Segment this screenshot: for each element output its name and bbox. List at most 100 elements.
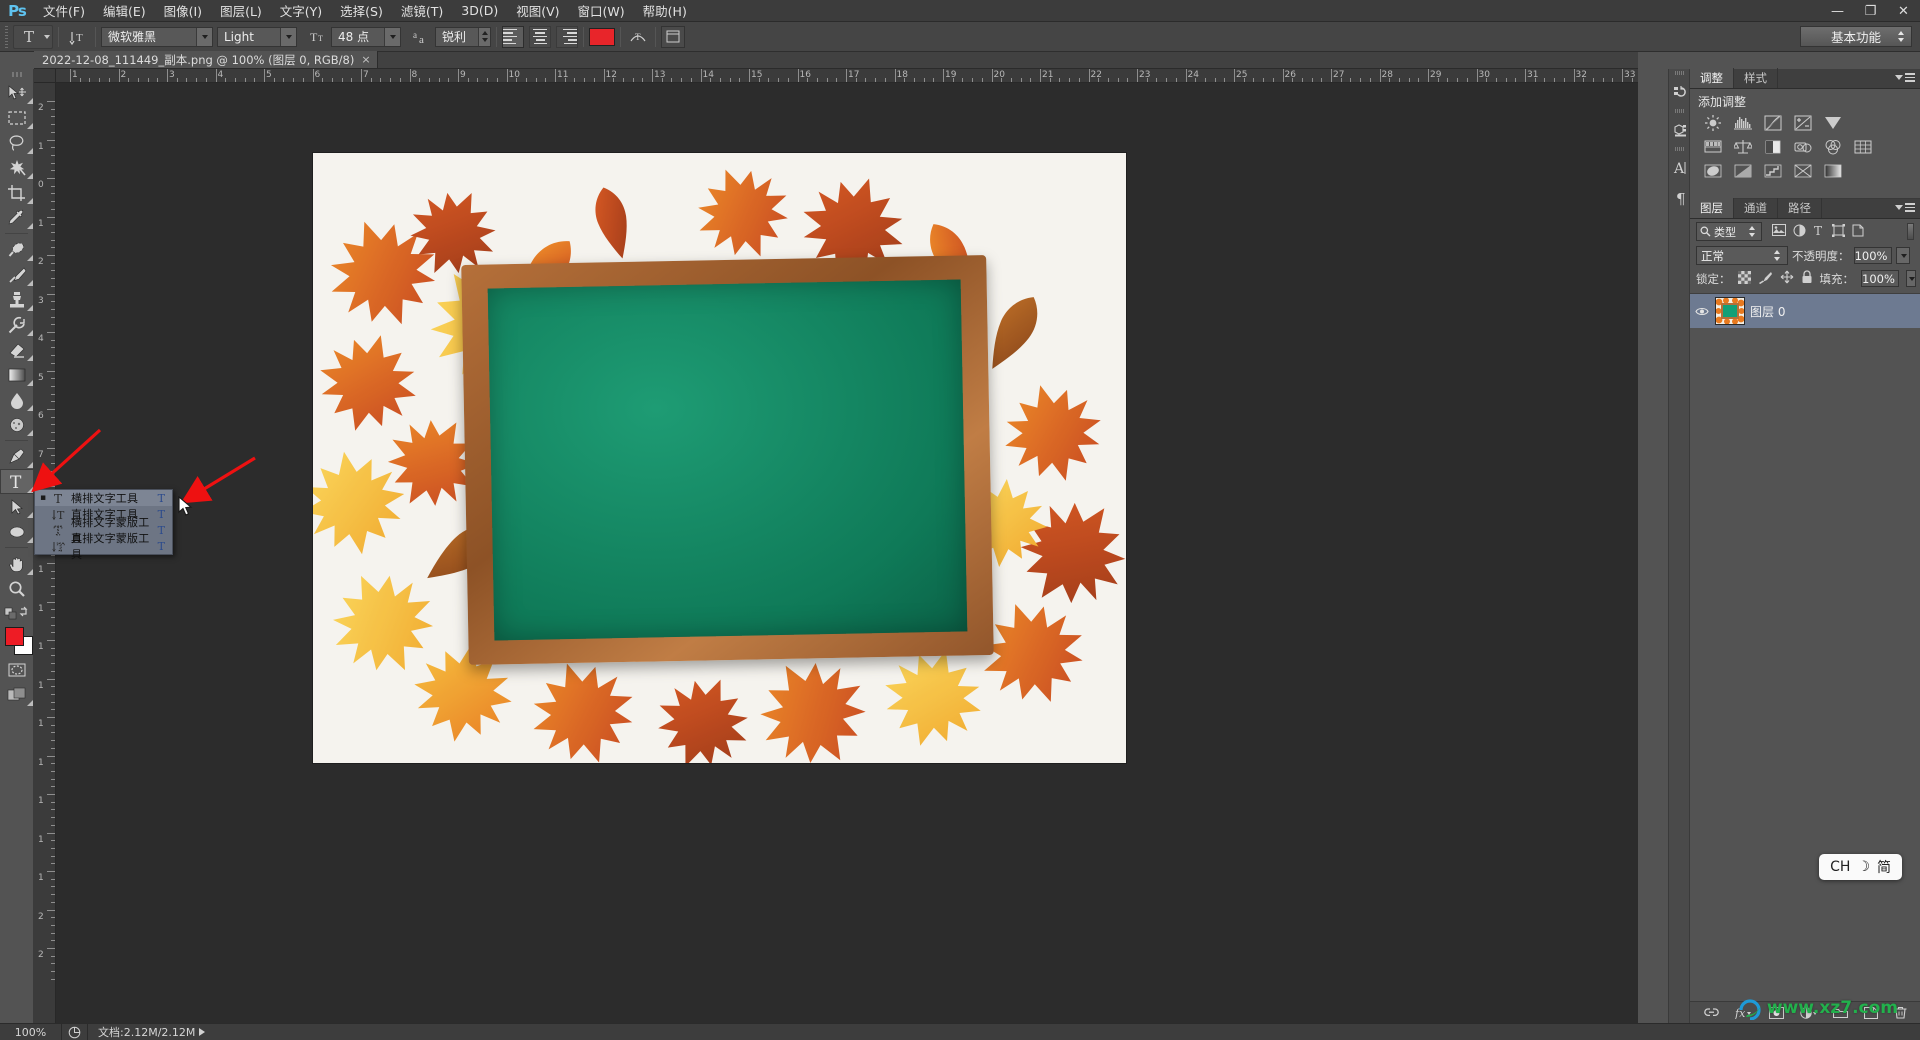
lock-all-icon[interactable] xyxy=(1801,270,1813,287)
crop-tool[interactable] xyxy=(0,180,34,205)
dock-grip[interactable] xyxy=(1669,69,1689,77)
tool-flyout-indicator[interactable] xyxy=(27,148,33,154)
spinner-icon[interactable] xyxy=(1771,247,1783,265)
align-right-button[interactable] xyxy=(556,25,578,48)
rectangular-marquee-tool[interactable] xyxy=(0,105,34,130)
selective-color-icon[interactable] xyxy=(1792,162,1814,180)
photo-filter-icon[interactable] xyxy=(1792,138,1814,156)
brightness-contrast-icon[interactable] xyxy=(1702,114,1724,132)
menu-help[interactable]: 帮助(H) xyxy=(634,0,696,22)
tool-flyout-indicator[interactable] xyxy=(27,462,33,468)
font-style-select[interactable]: Light xyxy=(217,26,297,47)
hand-tool[interactable] xyxy=(0,551,34,576)
spinner-icon[interactable] xyxy=(478,27,490,46)
character-panel-icon[interactable]: A xyxy=(1669,153,1691,183)
restore-button[interactable]: ❐ xyxy=(1854,0,1887,22)
font-family-select[interactable]: 微软雅黑 xyxy=(101,26,213,47)
dock-grip[interactable] xyxy=(1669,145,1689,153)
vibrance-icon[interactable] xyxy=(1822,114,1844,132)
document-tab[interactable]: 2022-12-08_111449_副本.png @ 100% (图层 0, R… xyxy=(34,51,378,68)
tool-flyout-indicator[interactable] xyxy=(27,512,33,518)
menu-file[interactable]: 文件(F) xyxy=(34,0,94,22)
clone-stamp-tool[interactable] xyxy=(0,287,34,312)
foreground-color-swatch[interactable] xyxy=(5,627,24,646)
black-white-icon[interactable] xyxy=(1762,138,1784,156)
menu-type[interactable]: 文字(Y) xyxy=(271,0,331,22)
opacity-input[interactable]: 100% xyxy=(1853,247,1892,264)
tool-flyout-indicator[interactable] xyxy=(27,405,33,411)
filter-pixel-layers-icon[interactable] xyxy=(1772,224,1786,239)
menu-view[interactable]: 视图(V) xyxy=(507,0,568,22)
tool-flyout-indicator[interactable] xyxy=(27,255,33,261)
lock-position-icon[interactable] xyxy=(1780,270,1794,287)
tool-flyout-indicator[interactable] xyxy=(27,305,33,311)
filter-shape-layers-icon[interactable] xyxy=(1832,223,1845,240)
lock-image-pixels-icon[interactable] xyxy=(1758,271,1773,287)
menu-edit[interactable]: 编辑(E) xyxy=(94,0,155,22)
layer-visibility-icon[interactable] xyxy=(1694,306,1710,317)
curves-icon[interactable] xyxy=(1762,114,1784,132)
horizontal-type-tool[interactable]: T xyxy=(0,469,34,494)
document-canvas[interactable] xyxy=(313,153,1126,763)
layer-row[interactable]: 图层 0 xyxy=(1690,294,1920,328)
spinner-icon[interactable] xyxy=(1746,223,1758,241)
tools-panel-grip[interactable] xyxy=(0,69,33,80)
align-center-button[interactable] xyxy=(529,25,551,48)
warped-text-icon[interactable]: T xyxy=(626,26,650,48)
brush-tool[interactable] xyxy=(0,262,34,287)
filter-adjustment-layers-icon[interactable] xyxy=(1793,224,1806,240)
quick-mask-button[interactable] xyxy=(0,657,34,682)
panel-menu-icon[interactable] xyxy=(1895,203,1915,212)
channel-mixer-icon[interactable] xyxy=(1822,138,1844,156)
dodge-tool[interactable] xyxy=(0,412,34,437)
color-balance-icon[interactable] xyxy=(1732,138,1754,156)
tab-layers[interactable]: 图层 xyxy=(1690,198,1734,218)
menu-filter[interactable]: 滤镜(T) xyxy=(392,0,452,22)
fill-dropdown-icon[interactable] xyxy=(1905,270,1916,287)
screen-mode-button[interactable] xyxy=(0,682,34,707)
tab-paths[interactable]: 路径 xyxy=(1778,198,1822,218)
tab-adjustments[interactable]: 调整 xyxy=(1690,68,1734,88)
tool-flyout-indicator[interactable] xyxy=(27,355,33,361)
flyout-item-vertical-type-mask-tool[interactable]: T 直排文字蒙版工具 T xyxy=(35,532,172,561)
toggle-character-panel-icon[interactable] xyxy=(661,25,685,48)
tool-flyout-indicator[interactable] xyxy=(27,537,33,543)
lasso-tool[interactable] xyxy=(0,130,34,155)
menu-select[interactable]: 选择(S) xyxy=(331,0,392,22)
color-lookup-icon[interactable] xyxy=(1852,138,1874,156)
link-layers-icon[interactable] xyxy=(1703,1007,1719,1018)
fill-input[interactable]: 100% xyxy=(1861,270,1899,287)
ellipse-tool[interactable] xyxy=(0,519,34,544)
filter-type-layers-icon[interactable]: T xyxy=(1813,224,1825,240)
properties-panel-icon[interactable] xyxy=(1669,115,1691,145)
align-left-button[interactable] xyxy=(502,25,524,48)
quick-selection-tool[interactable] xyxy=(0,155,34,180)
tool-flyout-indicator[interactable] xyxy=(27,173,33,179)
move-tool[interactable] xyxy=(0,80,34,105)
filter-enable-toggle[interactable] xyxy=(1907,223,1914,240)
gradient-map-icon[interactable] xyxy=(1822,162,1844,180)
layer-filter-select[interactable]: 类型 xyxy=(1696,222,1762,241)
close-button[interactable]: ✕ xyxy=(1887,0,1920,22)
layer-thumbnail[interactable] xyxy=(1715,297,1745,325)
color-swatches[interactable] xyxy=(0,625,34,657)
zoom-tool[interactable] xyxy=(0,576,34,601)
gradient-tool[interactable] xyxy=(0,362,34,387)
eraser-tool[interactable] xyxy=(0,337,34,362)
spinner-icon[interactable] xyxy=(1895,28,1907,46)
tool-preset-picker[interactable]: T xyxy=(13,24,53,49)
blend-mode-select[interactable]: 正常 xyxy=(1696,246,1788,265)
dock-grip[interactable] xyxy=(1669,107,1689,115)
flyout-item-horizontal-type-tool[interactable]: ▪ T 横排文字工具 T xyxy=(35,490,172,506)
menu-3d[interactable]: 3D(D) xyxy=(452,0,507,22)
opacity-dropdown-icon[interactable] xyxy=(1895,247,1910,264)
chevron-down-icon[interactable] xyxy=(384,27,400,46)
levels-icon[interactable] xyxy=(1732,114,1754,132)
default-colors-and-swap[interactable] xyxy=(0,601,34,623)
tool-flyout-indicator[interactable] xyxy=(27,98,33,104)
workspace-selector[interactable]: 基本功能 xyxy=(1800,26,1912,47)
blur-tool[interactable] xyxy=(0,387,34,412)
tool-flyout-indicator[interactable] xyxy=(27,700,33,706)
tool-flyout-indicator[interactable] xyxy=(27,569,33,575)
close-icon[interactable]: × xyxy=(361,53,370,66)
